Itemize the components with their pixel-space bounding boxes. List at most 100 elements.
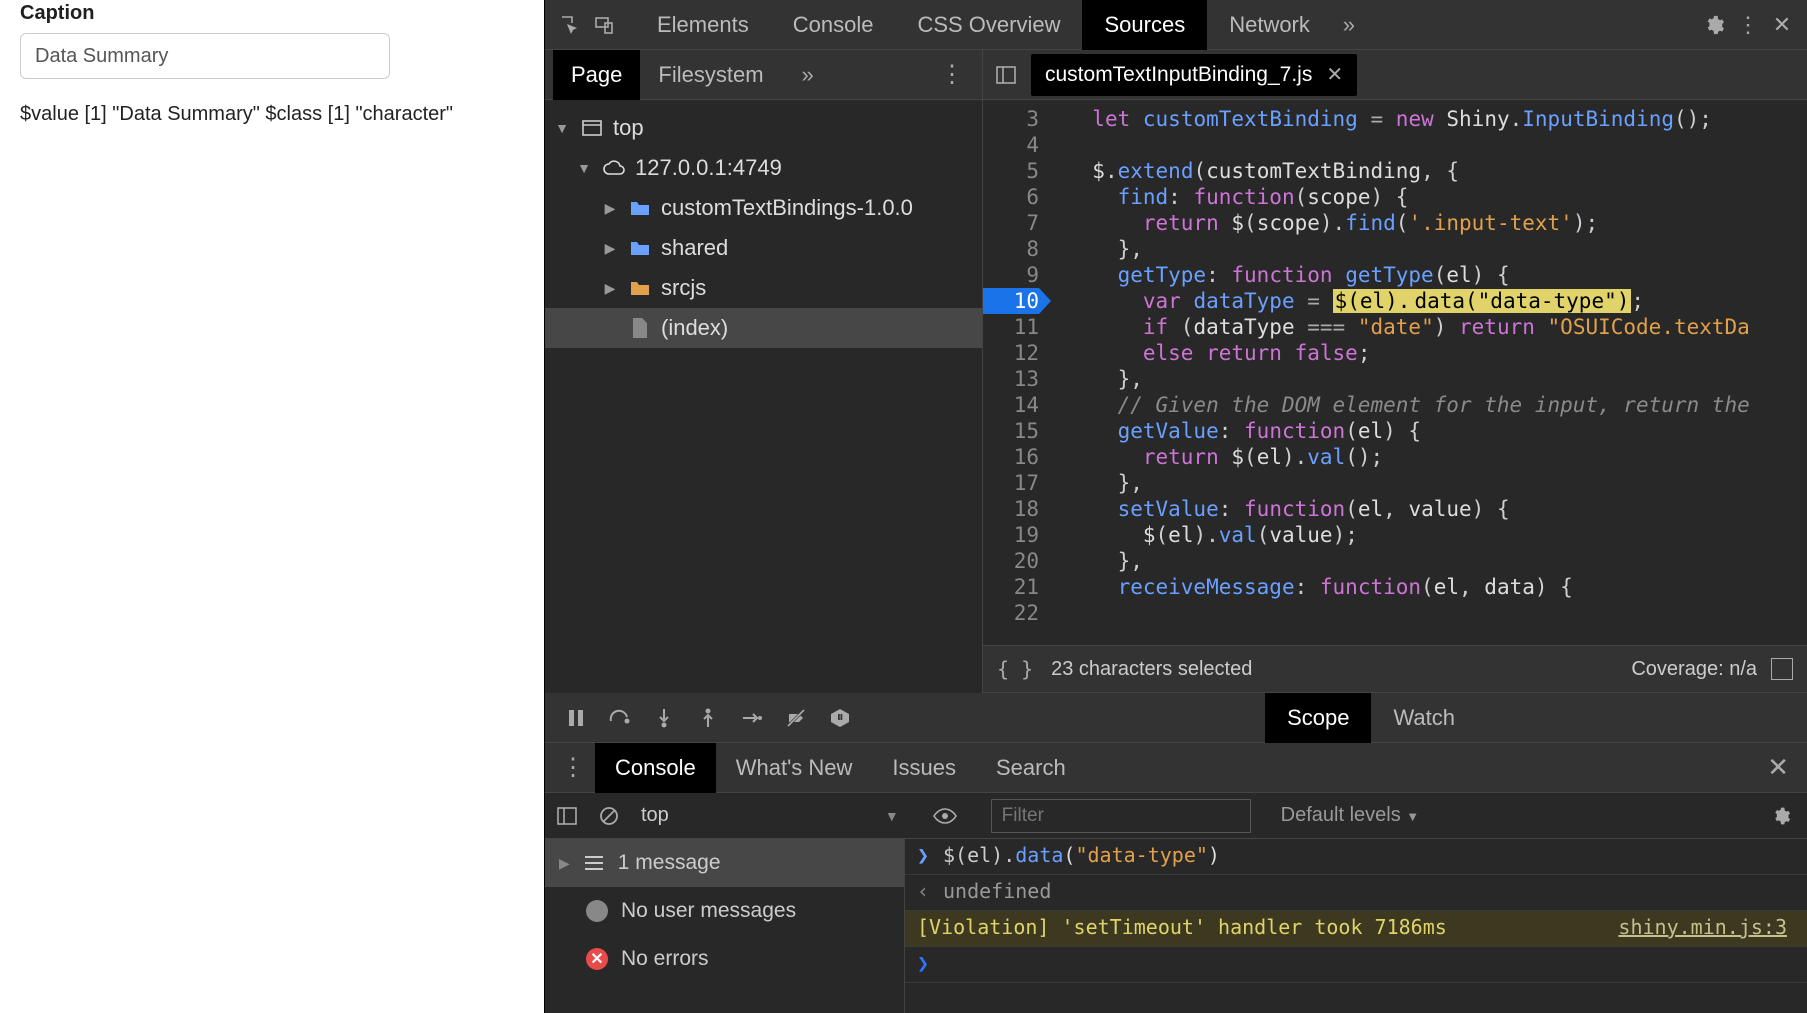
chevron-down-icon: ▼ (575, 160, 593, 176)
drawer-tab-whatsnew[interactable]: What's New (716, 743, 873, 793)
drawer-tab-issues[interactable]: Issues (872, 743, 976, 793)
chevron-right-icon: ▶ (559, 855, 570, 872)
tree-host[interactable]: ▼ 127.0.0.1:4749 (545, 148, 982, 188)
subtab-menu-icon[interactable]: ⋮ (930, 60, 974, 89)
console-body: ▶ 1 message No user messages ✕ No errors (545, 839, 1807, 1013)
folder-icon (627, 275, 653, 301)
debug-sidebar-tabs: Scope Watch (1265, 693, 1477, 743)
drawer-tabs: ⋮ Console What's New Issues Search ✕ (545, 743, 1807, 793)
sidebar-item-label: No errors (621, 947, 709, 971)
tab-sources[interactable]: Sources (1082, 0, 1207, 50)
deactivate-breakpoints-button[interactable] (775, 697, 817, 739)
prompt-chevron-icon: ❯ (917, 951, 929, 975)
step-out-button[interactable] (687, 697, 729, 739)
drawer-tab-search[interactable]: Search (976, 743, 1086, 793)
window-icon (579, 115, 605, 141)
violation-source-link[interactable]: shiny.min.js:3 (1618, 915, 1795, 939)
tree-folder-label: shared (661, 235, 728, 261)
tree-folder-label: customTextBindings-1.0.0 (661, 195, 913, 221)
tree-folder-label: srcjs (661, 275, 706, 301)
code-content[interactable]: let customTextBinding = new Shiny.InputB… (1053, 100, 1807, 645)
devtools-pane: Elements Console CSS Overview Sources Ne… (544, 0, 1807, 1013)
console-input-text: $(el).data("data-type") (943, 843, 1220, 867)
console-context[interactable]: top (635, 804, 675, 827)
console-filter-input[interactable] (991, 799, 1251, 833)
navigator-subtabs: Page Filesystem » ⋮ (545, 50, 982, 100)
more-tabs-icon[interactable]: » (1332, 8, 1366, 42)
pause-on-exceptions-button[interactable] (819, 697, 861, 739)
close-devtools-icon[interactable]: ✕ (1765, 8, 1799, 42)
tree-file-index[interactable]: (index) (545, 308, 982, 348)
editor-statusbar: { } 23 characters selected Coverage: n/a (983, 645, 1807, 693)
editor-column: customTextInputBinding_7.js ✕ 3456789101… (983, 50, 1807, 693)
app-output: $value [1] "Data Summary" $class [1] "ch… (20, 103, 524, 126)
coverage-label: Coverage: n/a (1631, 658, 1757, 681)
log-levels-select[interactable]: Default levels ▼ (1281, 804, 1420, 827)
console-violation-line: [Violation] 'setTimeout' handler took 71… (905, 911, 1807, 947)
console-input-line: ❯ $(el).data("data-type") (905, 839, 1807, 875)
close-file-icon[interactable]: ✕ (1326, 62, 1343, 87)
coverage-toggle-icon[interactable] (1771, 658, 1793, 680)
subtab-more-icon[interactable]: » (802, 62, 814, 88)
inspect-icon[interactable] (553, 8, 587, 42)
console-lines[interactable]: ❯ $(el).data("data-type") ‹ undefined [V… (905, 839, 1807, 1013)
selection-status: 23 characters selected (1051, 658, 1252, 681)
list-icon (582, 851, 606, 875)
console-drawer: ⋮ Console What's New Issues Search ✕ top… (545, 743, 1807, 1013)
clear-console-icon[interactable] (593, 800, 625, 832)
tab-scope[interactable]: Scope (1265, 693, 1371, 743)
sidebar-item-label: 1 message (618, 851, 721, 875)
code-editor[interactable]: 345678910111213141516171819202122 let cu… (983, 100, 1807, 645)
message-sidebar: ▶ 1 message No user messages ✕ No errors (545, 839, 905, 1013)
toggle-sidebar-icon[interactable] (551, 800, 583, 832)
tab-elements[interactable]: Elements (635, 0, 771, 50)
cloud-icon (601, 155, 627, 181)
line-gutter[interactable]: 345678910111213141516171819202122 (983, 100, 1053, 645)
format-braces-icon[interactable]: { } (997, 657, 1033, 681)
context-caret-icon[interactable]: ▼ (885, 808, 899, 824)
tab-css-overview[interactable]: CSS Overview (895, 0, 1082, 50)
pause-button[interactable] (555, 697, 597, 739)
caption-input[interactable] (20, 33, 390, 79)
console-prompt[interactable]: ❯ (905, 947, 1807, 983)
input-chevron-icon: ❯ (917, 843, 933, 867)
console-settings-icon[interactable] (1761, 806, 1801, 826)
tree-folder[interactable]: ▶ customTextBindings-1.0.0 (545, 188, 982, 228)
file-tab[interactable]: customTextInputBinding_7.js ✕ (1031, 54, 1357, 96)
live-expression-icon[interactable] (929, 800, 961, 832)
settings-icon[interactable] (1697, 8, 1731, 42)
file-tab-label: customTextInputBinding_7.js (1045, 63, 1312, 87)
tree-index-label: (index) (661, 315, 728, 341)
sidebar-all-messages[interactable]: ▶ 1 message (545, 839, 904, 887)
chevron-right-icon: ▶ (601, 240, 619, 257)
toggle-panel-icon[interactable] (989, 58, 1023, 92)
subtab-page[interactable]: Page (553, 50, 640, 100)
sources-panel: Page Filesystem » ⋮ ▼ top ▼ (545, 50, 1807, 693)
console-toolbar: top ▼ Default levels ▼ (545, 793, 1807, 839)
sidebar-user-messages[interactable]: No user messages (545, 887, 904, 935)
step-button[interactable] (731, 697, 773, 739)
sidebar-errors[interactable]: ✕ No errors (545, 935, 904, 983)
chevron-down-icon: ▼ (553, 120, 571, 136)
chevron-right-icon: ▶ (601, 200, 619, 217)
drawer-tab-console[interactable]: Console (595, 743, 716, 793)
close-drawer-icon[interactable]: ✕ (1755, 752, 1801, 783)
subtab-filesystem[interactable]: Filesystem (640, 50, 781, 100)
tab-network[interactable]: Network (1207, 0, 1332, 50)
tree-top-label: top (613, 115, 644, 141)
tree-folder[interactable]: ▶ shared (545, 228, 982, 268)
sidebar-item-label: No user messages (621, 899, 796, 923)
console-output-line: ‹ undefined (905, 875, 1807, 911)
tab-console[interactable]: Console (771, 0, 896, 50)
step-over-button[interactable] (599, 697, 641, 739)
file-tree: ▼ top ▼ 127.0.0.1:4749 ▶ (545, 100, 982, 693)
drawer-menu-icon[interactable]: ⋮ (551, 753, 595, 782)
tree-folder[interactable]: ▶ srcjs (545, 268, 982, 308)
kebab-menu-icon[interactable]: ⋮ (1731, 8, 1765, 42)
device-toggle-icon[interactable] (587, 8, 621, 42)
tree-top[interactable]: ▼ top (545, 108, 982, 148)
user-icon (585, 899, 609, 923)
tab-watch[interactable]: Watch (1371, 693, 1477, 743)
console-output-text: undefined (943, 879, 1051, 903)
step-into-button[interactable] (643, 697, 685, 739)
